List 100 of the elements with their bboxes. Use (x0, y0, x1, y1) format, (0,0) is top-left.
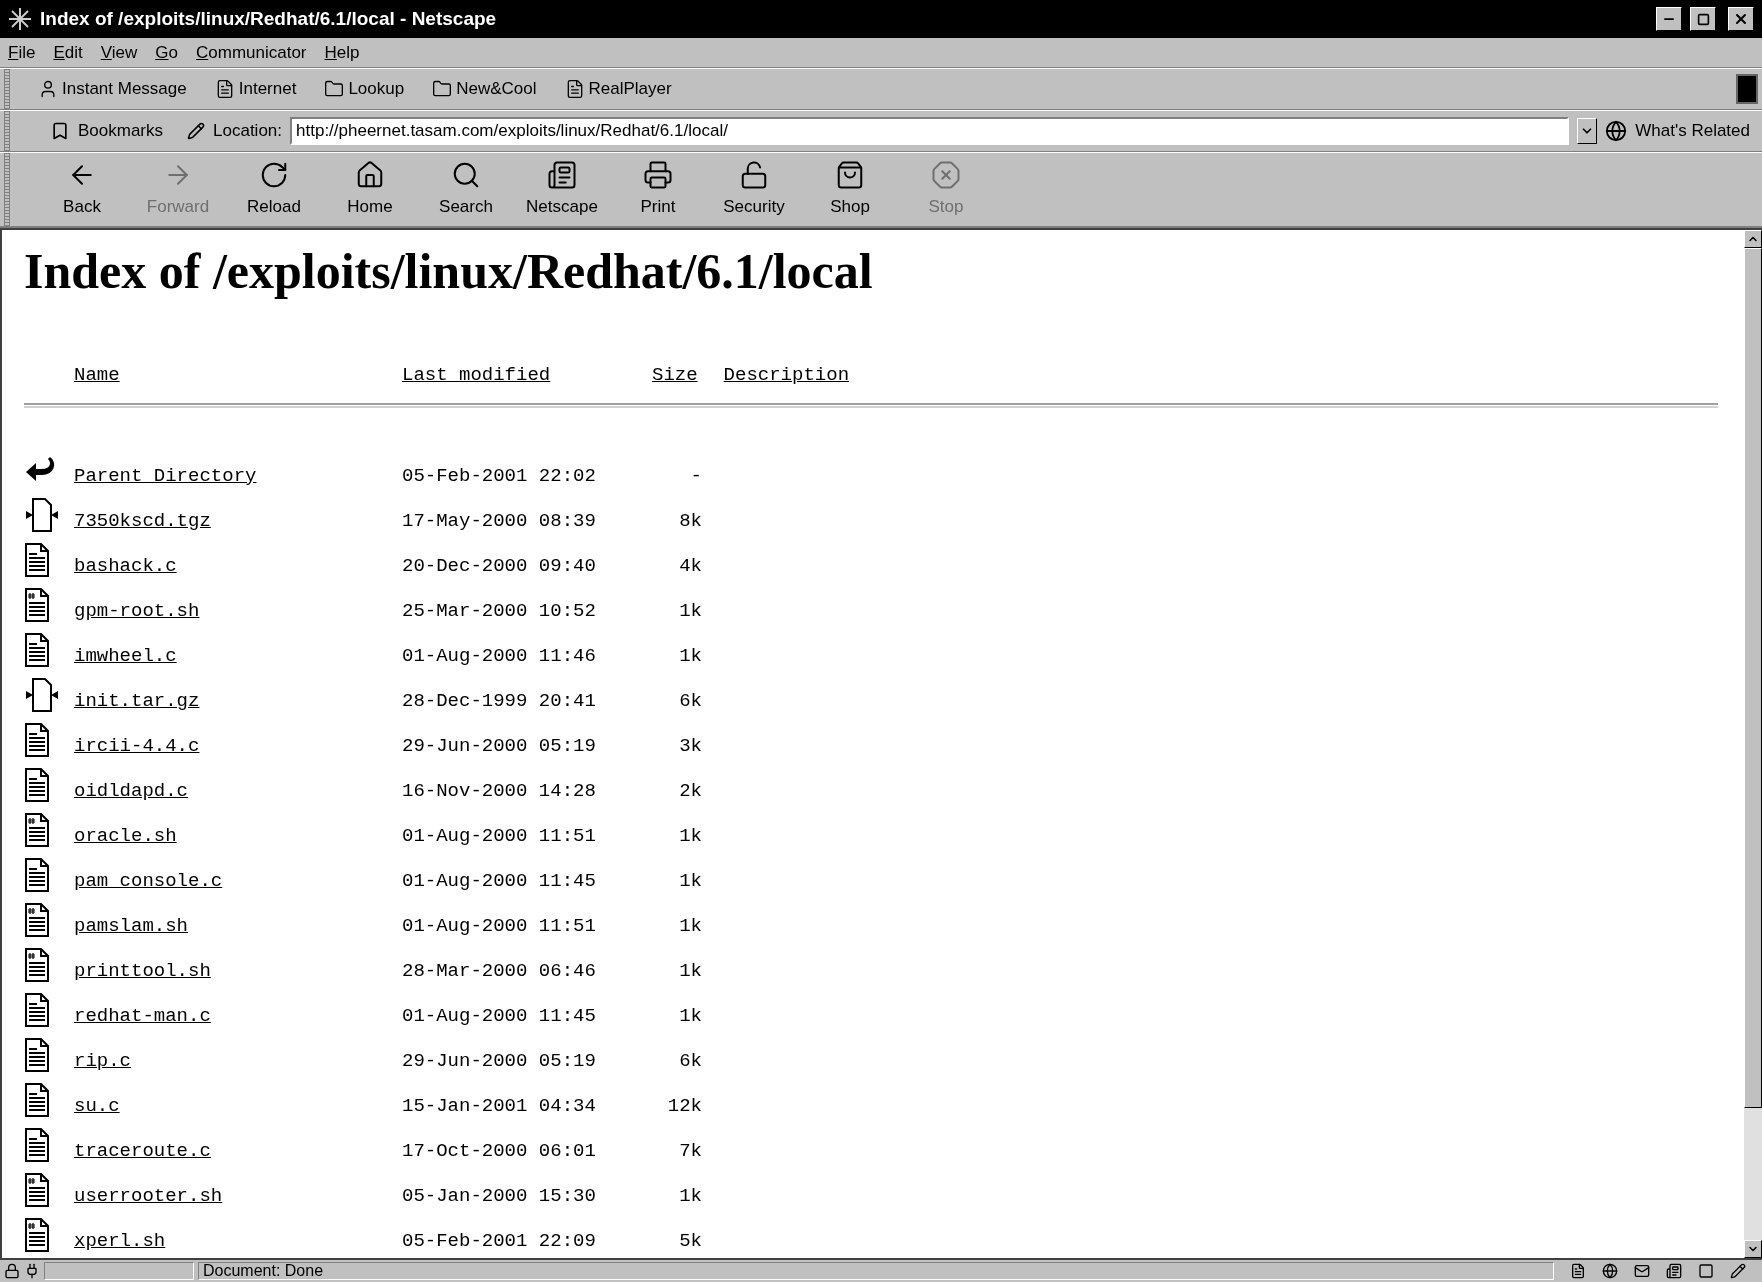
file-link[interactable]: xperl.sh (74, 1229, 166, 1252)
size-cell-text: 6k (678, 1048, 702, 1074)
compressed-file-icon (24, 677, 58, 713)
size-cell-text: 5k (678, 1228, 702, 1254)
file-link[interactable]: imwheel.c (74, 644, 177, 667)
date-cell-text: 17-Oct-2000 06:01 (402, 1138, 597, 1164)
bookmark-button[interactable]: Lookup (324, 76, 405, 102)
menu-item[interactable]: Help (324, 39, 360, 66)
script-file-icon (24, 587, 50, 623)
bookmark-button[interactable]: RealPlayer (564, 76, 672, 102)
date-cell-text: 28-Mar-2000 06:46 (402, 958, 597, 984)
globe-icon (1605, 120, 1628, 142)
bookmark-button[interactable]: Instant Message (38, 76, 187, 102)
column-header[interactable]: Last modified (402, 361, 642, 390)
file-link[interactable]: redhat-man.c (74, 1004, 211, 1027)
bookmark-button[interactable]: New&Cool (432, 76, 537, 102)
size-cell-text: 1k (678, 868, 702, 894)
script-file-icon (24, 1217, 50, 1253)
toolbar-button[interactable]: Reload (226, 159, 322, 220)
date-cell-text: 01-Aug-2000 11:46 (402, 643, 597, 669)
text-file-icon (24, 857, 50, 893)
size-cell-text: 6k (678, 688, 702, 714)
size-cell-text: 1k (678, 1003, 702, 1029)
date-cell-text: 20-Dec-2000 09:40 (402, 553, 597, 579)
toolbar-button[interactable]: Netscape (514, 159, 610, 220)
column-header[interactable]: Description (723, 361, 850, 390)
date-cell-text: 01-Aug-2000 11:51 (402, 913, 597, 939)
text-file-icon (24, 722, 50, 758)
size-cell-text: 1k (678, 823, 702, 849)
size-cell-text: 1k (678, 598, 702, 624)
file-link[interactable]: init.tar.gz (74, 689, 200, 712)
location-label: Location: (213, 120, 283, 143)
menu-item[interactable]: File (8, 39, 36, 66)
file-link[interactable]: traceroute.c (74, 1139, 211, 1162)
scrollbar[interactable] (1744, 230, 1762, 1258)
file-link[interactable]: printtool.sh (74, 959, 211, 982)
pencil-icon[interactable] (1730, 1263, 1746, 1279)
file-link[interactable]: ircii-4.4.c (74, 734, 200, 757)
text-file-icon (24, 542, 50, 578)
date-cell-text: 29-Jun-2000 05:19 (402, 733, 597, 759)
close-button[interactable] (1728, 7, 1754, 31)
restore-button[interactable] (1690, 7, 1716, 31)
text-file-icon (24, 632, 50, 668)
stop-icon (931, 159, 961, 190)
menu-item[interactable]: Edit (53, 39, 83, 66)
page-icon[interactable] (1570, 1263, 1586, 1279)
toolbar-button[interactable]: Security (706, 159, 802, 220)
newspaper-icon[interactable] (1666, 1263, 1682, 1279)
size-cell-text: 1k (678, 1183, 702, 1209)
text-file-icon (24, 1082, 50, 1118)
house-icon (355, 159, 385, 190)
toolbar-button[interactable]: Home (322, 159, 418, 220)
file-link[interactable]: pam_console.c (74, 869, 223, 892)
size-cell-text: 4k (678, 553, 702, 579)
script-file-icon (24, 812, 50, 848)
file-link[interactable]: bashack.c (74, 554, 177, 577)
date-cell-text: 16-Nov-2000 14:28 (402, 778, 597, 804)
dropdown-button[interactable] (1577, 118, 1598, 144)
file-link[interactable]: 7350kscd.tgz (74, 509, 211, 532)
file-link[interactable]: userrooter.sh (74, 1184, 223, 1207)
date-cell-text: 01-Aug-2000 11:45 (402, 1003, 597, 1029)
file-link[interactable]: rip.c (74, 1049, 131, 1072)
date-cell-text: 28-Dec-1999 20:41 (402, 688, 597, 714)
toolbar-button[interactable]: Shop (802, 159, 898, 220)
file-link[interactable]: gpm-root.sh (74, 599, 200, 622)
toolbar-button[interactable]: Print (610, 159, 706, 220)
size-cell-text: 1k (678, 643, 702, 669)
date-cell-text: 15-Jan-2001 04:34 (402, 1093, 597, 1119)
globe-icon[interactable] (1602, 1263, 1618, 1279)
printer-icon (643, 159, 673, 190)
file-link[interactable]: oracle.sh (74, 824, 177, 847)
mail-icon[interactable] (1634, 1263, 1650, 1279)
padlock-icon (4, 1263, 20, 1279)
compressed-file-icon (24, 497, 58, 533)
maximize-icon (1696, 12, 1710, 26)
menu-item[interactable]: View (100, 39, 138, 66)
file-link[interactable]: oidldapd.c (74, 779, 189, 802)
menu-item[interactable]: Communicator (196, 39, 307, 66)
bookmark-icon (50, 121, 70, 141)
column-header[interactable]: Name (74, 361, 394, 390)
bookmarks-button[interactable]: Bookmarks (50, 118, 164, 144)
file-link[interactable]: pamslam.sh (74, 914, 189, 937)
file-link[interactable]: su.c (74, 1094, 120, 1117)
date-cell-text: 29-Jun-2000 05:19 (402, 1048, 597, 1074)
toolbar-button[interactable]: Search (418, 159, 514, 220)
size-cell-text: 12k (666, 1093, 702, 1119)
related-button[interactable]: What's Related (1605, 118, 1750, 144)
minimize-button[interactable] (1656, 7, 1682, 31)
script-file-icon (24, 947, 50, 983)
script-file-icon (24, 1172, 50, 1208)
location-field[interactable]: http://pheernet.tasam.com/exploits/linux/Redhat/6.1/local/ (290, 117, 1570, 145)
newspaper-icon (547, 159, 577, 190)
open-padlock-icon (739, 159, 769, 190)
menu-item[interactable]: Go (155, 39, 178, 66)
size-cell-text: 8k (678, 508, 702, 534)
column-header[interactable]: Size (652, 361, 698, 390)
toolbar-button[interactable]: Back (34, 159, 130, 220)
bookmark-button[interactable]: Internet (214, 76, 297, 102)
date-cell-text: 17-May-2000 08:39 (402, 508, 597, 534)
file-link[interactable]: Parent Directory (74, 464, 257, 487)
